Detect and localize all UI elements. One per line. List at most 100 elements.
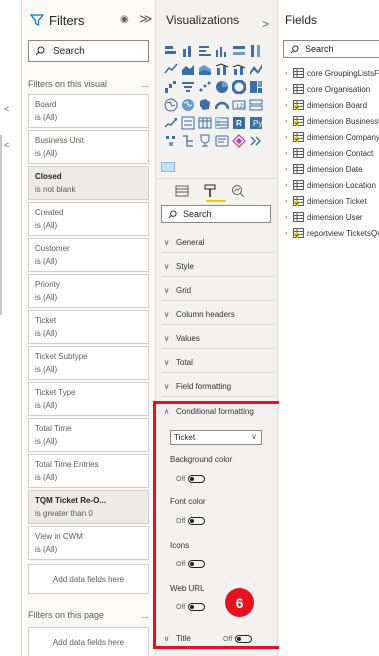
filter-card[interactable]: Priority is (All) <box>28 274 149 308</box>
gauge-visual-icon[interactable] <box>215 98 229 112</box>
format-search-input[interactable]: Search <box>161 205 271 223</box>
analytics-magnifier-icon[interactable] <box>230 184 246 198</box>
custom-visual-slot[interactable] <box>161 162 175 172</box>
shape-map-visual-icon[interactable] <box>198 98 212 112</box>
fields-tab-icon[interactable] <box>174 184 190 198</box>
more-options-icon[interactable]: ... <box>141 610 149 620</box>
multirow-card-visual-icon[interactable] <box>249 98 263 112</box>
field-table-item[interactable]: › core GroupingListsFo <box>285 67 379 79</box>
treemap-visual-icon[interactable] <box>249 80 263 94</box>
chevron-right-icon[interactable]: › <box>285 150 293 157</box>
filter-card[interactable]: Ticket Type is (All) <box>28 382 149 416</box>
chevron-right-icon[interactable]: › <box>285 118 293 125</box>
card-visual-icon[interactable]: 123 <box>232 98 246 112</box>
field-table-item[interactable]: › dimension Company <box>285 131 379 143</box>
more-options-icon[interactable]: ... <box>141 79 149 89</box>
filters-search-input[interactable]: Search <box>28 40 149 62</box>
fields-search-input[interactable]: Search <box>283 40 379 58</box>
filter-card[interactable]: Created is (All) <box>28 202 149 236</box>
chevron-left-icon[interactable]: < <box>4 104 9 114</box>
filter-card[interactable]: Total Time Entries is (All) <box>28 454 149 488</box>
stacked-column-visual-icon[interactable] <box>181 44 195 58</box>
matrix-visual-icon[interactable] <box>215 116 229 130</box>
filter-card[interactable]: Business Unit is (All) <box>28 130 149 164</box>
area-chart-visual-icon[interactable] <box>181 62 195 76</box>
format-section-general[interactable]: ∨ General <box>161 233 275 253</box>
field-table-item[interactable]: › dimension Ticket <box>285 195 367 207</box>
100-column-visual-icon[interactable] <box>249 44 263 58</box>
scatter-visual-icon[interactable] <box>198 80 212 94</box>
chevron-right-icon[interactable]: › <box>285 182 293 189</box>
chevron-right-icon[interactable]: > <box>262 17 269 31</box>
stacked-bar-visual-icon[interactable] <box>164 44 178 58</box>
eye-icon[interactable]: ◉ <box>120 14 129 25</box>
format-section-values[interactable]: ∨ Values <box>161 329 275 349</box>
donut-visual-icon[interactable] <box>232 80 246 94</box>
table-visual-icon[interactable] <box>198 116 212 130</box>
filter-condition: is (All) <box>35 149 58 158</box>
smart-narrative-visual-icon[interactable] <box>215 134 229 148</box>
ribbon-visual-icon[interactable] <box>249 62 263 76</box>
canvas-scrollbar[interactable] <box>0 135 2 315</box>
key-influencers-visual-icon[interactable] <box>164 134 178 148</box>
r-visual-visual-icon[interactable]: R <box>232 116 246 130</box>
filter-field-name: Closed <box>35 172 62 181</box>
field-table-item[interactable]: › dimension BusinessU <box>285 115 379 127</box>
add-data-fields-visual[interactable]: Add data fields here <box>28 564 149 594</box>
chevron-right-icon[interactable]: › <box>285 166 293 173</box>
filter-card[interactable]: TQM Ticket Re-O... is greater than 0 <box>28 490 149 524</box>
funnel-visual-icon[interactable] <box>181 80 195 94</box>
chevron-right-icon[interactable]: › <box>285 86 293 93</box>
qa-visual-icon[interactable] <box>198 134 212 148</box>
paginated-visual-icon[interactable] <box>232 134 246 148</box>
format-section-total[interactable]: ∨ Total <box>161 353 275 373</box>
field-table-item[interactable]: › dimension Board <box>285 99 367 111</box>
slicer-visual-icon[interactable] <box>181 116 195 130</box>
map-visual-icon[interactable] <box>164 98 178 112</box>
filter-card[interactable]: Total Time is (All) <box>28 418 149 452</box>
fields-search-placeholder: Search <box>305 44 334 54</box>
field-table-item[interactable]: › dimension User <box>285 211 363 223</box>
filter-card[interactable]: Closed is not blank <box>28 166 149 200</box>
kpi-visual-icon[interactable] <box>164 116 178 130</box>
filter-card[interactable]: Ticket Subtype is (All) <box>28 346 149 380</box>
format-section-grid[interactable]: ∨ Grid <box>161 281 275 301</box>
pie-visual-icon[interactable] <box>215 80 229 94</box>
line-column-visual-icon[interactable] <box>215 62 229 76</box>
field-table-item[interactable]: › dimension Location <box>285 179 376 191</box>
chevron-right-icon[interactable]: › <box>285 230 293 237</box>
add-data-fields-page[interactable]: Add data fields here <box>28 627 149 656</box>
chevron-right-icon[interactable]: › <box>285 214 293 221</box>
python-visual-visual-icon[interactable]: Py <box>249 116 263 130</box>
format-section-style[interactable]: ∨ Style <box>161 257 275 277</box>
filter-card[interactable]: Ticket is (All) <box>28 310 149 344</box>
clustered-column-visual-icon[interactable] <box>215 44 229 58</box>
field-table-name: dimension Contact <box>307 148 374 158</box>
waterfall-visual-icon[interactable] <box>164 80 178 94</box>
collapse-filters-icon[interactable]: ≫ <box>139 11 153 27</box>
100-bar-visual-icon[interactable] <box>232 44 246 58</box>
field-table-item[interactable]: › reportview TicketsQu <box>285 227 379 239</box>
clustered-bar-visual-icon[interactable] <box>198 44 212 58</box>
filter-field-name: Business Unit <box>35 136 84 145</box>
line-clustered-visual-icon[interactable] <box>232 62 246 76</box>
decomposition-tree-visual-icon[interactable] <box>181 134 195 148</box>
format-section-column-headers[interactable]: ∨ Column headers <box>161 305 275 325</box>
field-table-item[interactable]: › dimension Date <box>285 163 363 175</box>
chevron-right-icon[interactable]: › <box>285 102 293 109</box>
filter-card[interactable]: Customer is (All) <box>28 238 149 272</box>
chevron-right-icon[interactable]: › <box>285 134 293 141</box>
filter-card[interactable]: View in CWM is (All) <box>28 526 149 560</box>
filled-map-visual-icon[interactable] <box>181 98 195 112</box>
chevron-left-icon[interactable]: < <box>4 140 9 150</box>
format-paint-roller-icon[interactable] <box>202 184 218 198</box>
chevron-right-icon[interactable]: › <box>285 198 293 205</box>
more-visuals-visual-icon[interactable] <box>249 134 263 148</box>
filter-card[interactable]: Board is (All) <box>28 94 149 128</box>
stacked-area-visual-icon[interactable] <box>198 62 212 76</box>
field-table-item[interactable]: › dimension Contact <box>285 147 373 159</box>
line-chart-visual-icon[interactable] <box>164 62 178 76</box>
field-table-item[interactable]: › core Organisation <box>285 83 370 95</box>
format-section-field-formatting[interactable]: ∨ Field formatting <box>161 377 275 397</box>
chevron-right-icon[interactable]: › <box>285 70 293 77</box>
